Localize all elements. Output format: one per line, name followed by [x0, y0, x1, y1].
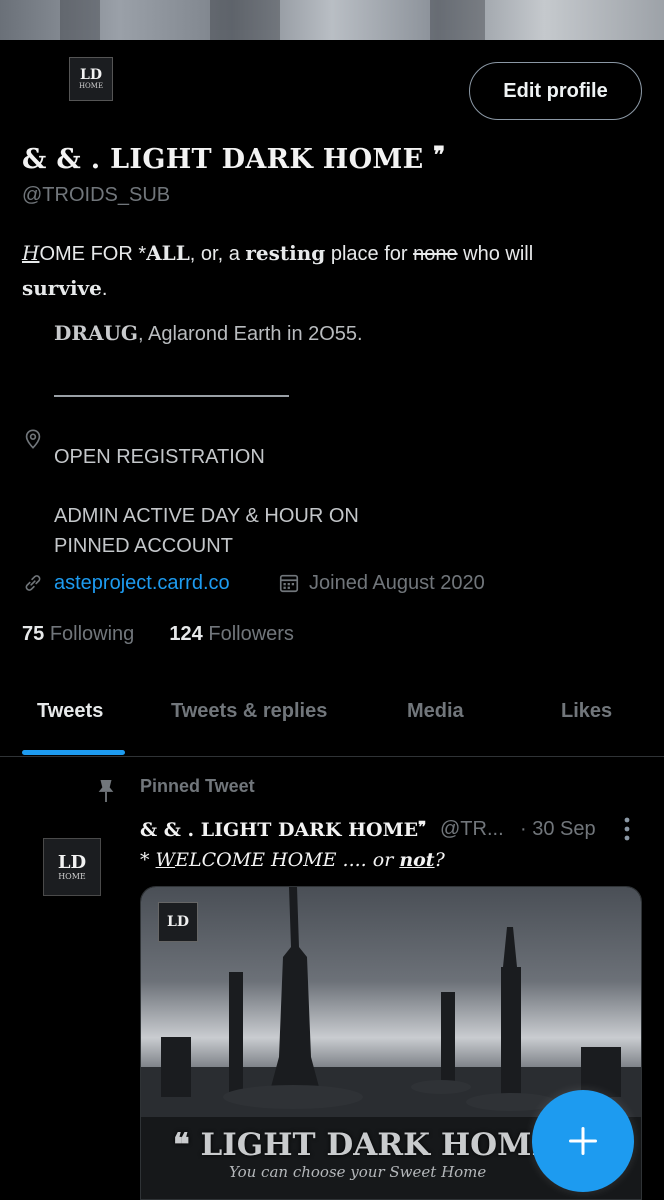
avatar-logo-text: LD [80, 67, 102, 83]
calendar-icon [279, 574, 299, 593]
tweet-timestamp[interactable]: · 30 Sep [520, 818, 596, 841]
follow-stats: 75 Following 124 Followers [22, 623, 294, 646]
tab-likes[interactable]: Likes [561, 700, 612, 723]
bio-divider [54, 395, 289, 397]
tweet-text-part: ? [434, 849, 445, 871]
tweet-text-emphasis: not [399, 849, 435, 871]
media-title: ❝ LIGHT DARK HOME [173, 1127, 556, 1163]
pin-icon [98, 780, 114, 802]
tweet-text: * WELCOME HOME .... or not? [140, 849, 445, 871]
bio-text-bold: resting [245, 241, 326, 265]
following-label: Following [49, 623, 135, 645]
profile-avatar[interactable]: LD HOME [69, 57, 113, 101]
tweet-author-mark: ❞ [418, 818, 427, 836]
avatar-logo-text: LD [57, 851, 87, 873]
profile-name: & & . LIGHT DARK HOME ❞ [22, 142, 445, 175]
tab-tweets[interactable]: Tweets [37, 700, 103, 723]
location-line-1: OPEN REGISTRATION [54, 446, 265, 468]
bio-text: , Aglarond Earth in 2O55. [138, 323, 363, 345]
joined-date: Joined August 2020 [309, 572, 485, 594]
tweet-author-avatar[interactable]: LD HOME [43, 838, 101, 896]
bio-text-bold: ALL [146, 241, 190, 265]
bio-text-bold: survive [22, 276, 102, 300]
avatar-logo-subtext: HOME [78, 82, 104, 90]
bio-text-strikethrough: none [413, 243, 458, 265]
link-icon [25, 575, 41, 591]
following-count: 75 [22, 623, 45, 645]
following-link[interactable]: 75 Following [22, 623, 134, 645]
more-vertical-icon[interactable] [620, 816, 634, 842]
profile-handle: @TROIDS_SUB [22, 184, 171, 206]
tweet-text-part: ELCOME HOME .... or [175, 849, 400, 871]
profile-name-text: & & . LIGHT DARK HOME [22, 144, 424, 175]
profile-banner[interactable] [0, 0, 664, 40]
media-logo: LD [158, 902, 198, 942]
location-line-2: ADMIN ACTIVE DAY & HOUR ON [54, 505, 359, 527]
profile-bio-location-line: DRAUG, Aglarond Earth in 2O55. [54, 321, 363, 346]
tabs-divider [0, 756, 664, 757]
tweet-author-name[interactable]: & & . LIGHT DARK HOME❞ [140, 818, 426, 841]
bio-text: OME FOR * [39, 243, 147, 265]
profile-name-mark: ❞ [433, 142, 446, 168]
tweet-author-name-text: & & . LIGHT DARK HOME [140, 819, 419, 841]
profile-bio: HOME FOR *ALL, or, a resting place for n… [22, 236, 634, 306]
tweet-text-part: * [140, 849, 156, 871]
active-tab-indicator [22, 750, 125, 755]
bio-text: place for [325, 243, 414, 265]
pinned-tweet-label: Pinned Tweet [140, 776, 255, 796]
tweet-author-handle: @TR... [440, 818, 504, 840]
compose-tweet-button[interactable] [532, 1090, 634, 1192]
tab-tweets-and-replies[interactable]: Tweets & replies [171, 700, 327, 723]
tab-media[interactable]: Media [407, 700, 464, 723]
bio-text: who will [457, 243, 534, 265]
location-pin-icon [25, 429, 41, 449]
bio-text: , or, a [189, 243, 246, 265]
followers-label: Followers [208, 623, 294, 645]
bio-text-bold: DRAUG [54, 321, 139, 345]
followers-count: 124 [169, 623, 203, 645]
profile-website-link[interactable]: asteproject.carrd.co [54, 572, 230, 595]
avatar-logo-subtext: HOME [58, 871, 86, 881]
edit-profile-button[interactable]: Edit profile [469, 62, 642, 120]
location-line-3: PINNED ACCOUNT [54, 535, 233, 557]
bio-text: . [101, 278, 108, 300]
tweet-text-drop-cap: W [155, 849, 176, 871]
media-subtitle: You can choose your Sweet Home [229, 1163, 487, 1181]
followers-link[interactable]: 124 Followers [169, 623, 294, 645]
plus-icon [569, 1127, 597, 1155]
bio-drop-cap: H [22, 241, 40, 265]
